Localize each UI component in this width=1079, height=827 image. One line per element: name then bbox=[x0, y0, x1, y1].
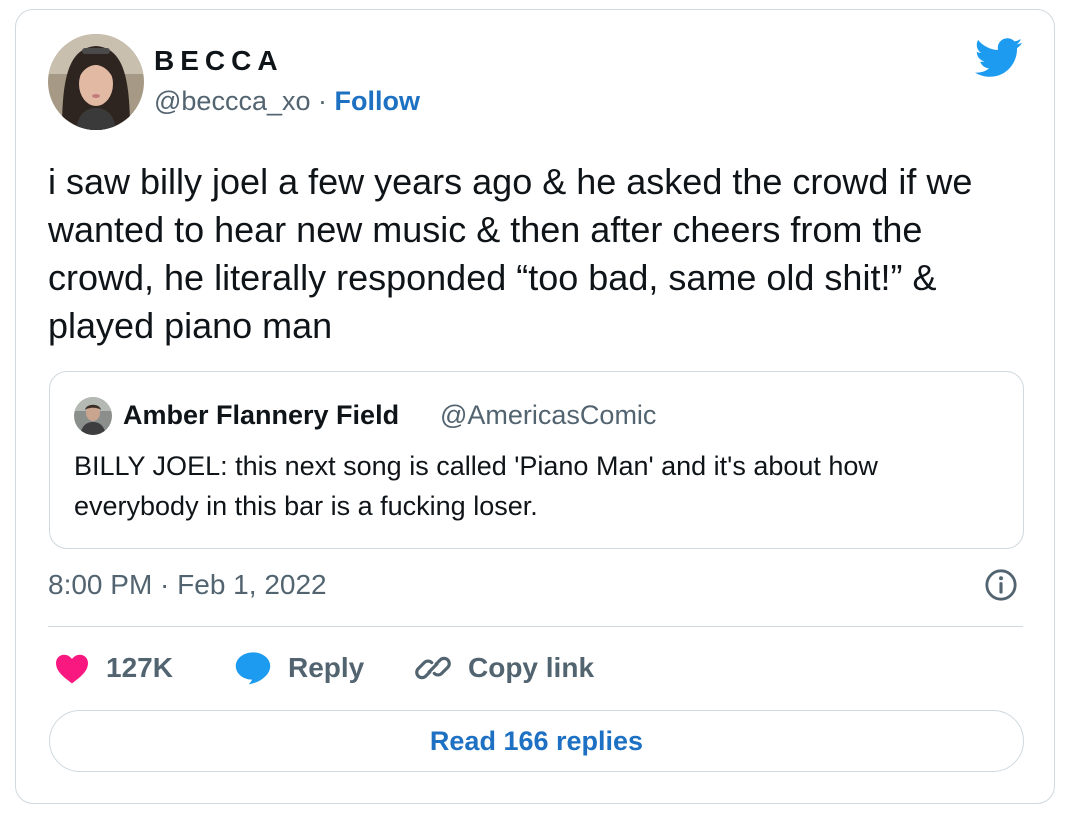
profile-photo-icon bbox=[48, 34, 144, 130]
handle-separator: · bbox=[318, 86, 328, 116]
author-handle[interactable]: @beccca_xo bbox=[154, 86, 311, 116]
quoted-profile-photo-icon bbox=[74, 397, 112, 435]
author-handle-row: @beccca_xo · Follow bbox=[154, 86, 420, 117]
heart-icon bbox=[56, 654, 88, 684]
like-count: 127K bbox=[106, 652, 173, 683]
follow-button[interactable]: Follow bbox=[335, 86, 420, 116]
quoted-author-handle: @AmericasComic bbox=[440, 400, 657, 430]
quoted-tweet-text: BILLY JOEL: this next song is called 'Pi… bbox=[74, 451, 878, 521]
copy-link-label: Copy link bbox=[468, 652, 595, 683]
quoted-author-name: Amber Flannery Field bbox=[123, 400, 400, 430]
twitter-bird-icon[interactable] bbox=[975, 38, 1023, 78]
tweet-timestamp[interactable]: 8:00 PM · Feb 1, 2022 bbox=[48, 569, 327, 601]
quoted-author-avatar bbox=[74, 397, 112, 435]
read-replies-button[interactable]: Read 166 replies bbox=[49, 710, 1024, 772]
author-display-name[interactable]: BECCA bbox=[154, 45, 284, 77]
tweet-text: i saw billy joel a few years ago & he as… bbox=[48, 161, 973, 346]
link-icon bbox=[415, 656, 451, 680]
reply-label: Reply bbox=[288, 652, 365, 683]
author-avatar[interactable] bbox=[48, 34, 144, 130]
reply-button[interactable]: Reply bbox=[234, 646, 364, 690]
info-icon[interactable] bbox=[984, 568, 1018, 602]
speech-bubble-icon bbox=[235, 652, 271, 685]
copy-link-button[interactable]: Copy link bbox=[414, 646, 594, 690]
like-button[interactable]: 127K bbox=[54, 646, 173, 690]
divider bbox=[48, 626, 1023, 627]
